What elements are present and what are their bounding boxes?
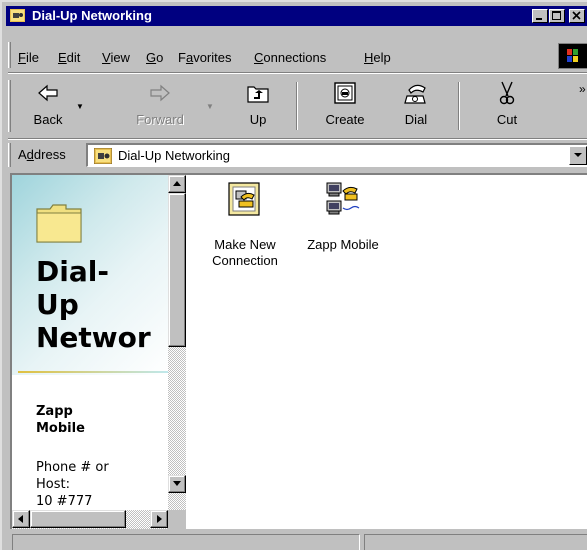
scrollbar-corner xyxy=(168,510,186,529)
arrow-right-icon xyxy=(157,515,162,523)
webview-vertical-scrollbar[interactable] xyxy=(168,175,186,510)
folder-icon xyxy=(36,204,82,243)
windows-flag-icon xyxy=(567,49,578,62)
dialup-networking-icon xyxy=(94,148,112,164)
toolbar-separator-line xyxy=(8,138,587,140)
address-label: Address xyxy=(18,147,66,162)
web-view-panel: Dial- Up Networ Zapp Mobile Phone # or H… xyxy=(12,175,168,510)
create-button[interactable]: Create xyxy=(310,76,380,134)
cut-label: Cut xyxy=(496,112,518,127)
scroll-down-button[interactable] xyxy=(168,475,186,493)
menu-file[interactable]: File xyxy=(18,50,39,65)
status-pane-zone xyxy=(364,534,587,550)
menu-bar: File Edit View Go Favorites Connections … xyxy=(6,40,587,69)
selected-item-name: Zapp Mobile xyxy=(36,404,85,436)
minimize-button[interactable] xyxy=(532,9,548,23)
create-connection-icon xyxy=(334,82,356,104)
window-title: Dial-Up Networking xyxy=(32,8,152,23)
address-bar: Address Dial-Up Networking xyxy=(6,141,587,169)
dial-button[interactable]: Dial xyxy=(388,76,444,134)
toolbar-separator xyxy=(296,82,298,130)
scroll-right-button[interactable] xyxy=(150,510,168,528)
maximize-button[interactable] xyxy=(549,9,565,23)
forward-label: Forward xyxy=(136,112,184,127)
up-button[interactable]: Up xyxy=(232,76,284,134)
up-label: Up xyxy=(249,112,267,127)
up-folder-icon xyxy=(247,86,269,103)
close-button[interactable] xyxy=(569,9,585,23)
scroll-up-button[interactable] xyxy=(168,175,186,193)
arrow-up-icon xyxy=(173,181,181,186)
scissors-icon xyxy=(499,81,515,105)
close-icon xyxy=(572,11,581,20)
explorer-window: Dial-Up Networking File Edit View Go Fav… xyxy=(0,0,587,550)
back-label: Back xyxy=(33,112,63,127)
back-dropdown-icon[interactable]: ▼ xyxy=(76,102,84,111)
toolbar-overflow-icon[interactable]: » xyxy=(579,82,586,96)
menubar-separator xyxy=(8,72,587,74)
selected-item-info: Phone # or Host: 10 #777 xyxy=(36,460,109,509)
maximize-icon xyxy=(552,11,561,20)
menu-favorites[interactable]: Favorites xyxy=(178,50,231,65)
file-label: Make New Connection xyxy=(212,237,278,268)
arrow-down-icon xyxy=(173,481,181,486)
cut-button[interactable]: Cut xyxy=(482,76,532,134)
make-new-connection-icon xyxy=(228,182,260,216)
folder-content: Dial- Up Networ Zapp Mobile Phone # or H… xyxy=(10,173,587,529)
forward-arrow-icon xyxy=(150,84,170,102)
minimize-icon xyxy=(536,18,542,20)
address-dropdown-button[interactable] xyxy=(569,146,587,165)
file-item-make-new-connection[interactable]: Make New Connection xyxy=(200,181,290,269)
webview-horizontal-scrollbar[interactable] xyxy=(12,510,168,529)
menu-connections[interactable]: Connections xyxy=(254,50,326,65)
status-pane-main xyxy=(12,534,360,550)
forward-button[interactable]: Forward ▼ xyxy=(128,76,214,134)
horizontal-scroll-thumb[interactable] xyxy=(30,510,126,528)
vertical-scroll-thumb[interactable] xyxy=(168,193,186,347)
dial-label: Dial xyxy=(404,112,428,127)
toolbar-grip[interactable] xyxy=(8,80,11,132)
title-bar[interactable]: Dial-Up Networking xyxy=(6,6,587,26)
addressbar-grip[interactable] xyxy=(8,143,11,167)
create-label: Create xyxy=(325,112,365,127)
dial-phone-icon xyxy=(404,84,426,104)
windows-logo-throbber xyxy=(558,43,587,69)
arrow-left-icon xyxy=(18,515,23,523)
back-button[interactable]: Back ▼ xyxy=(18,76,84,134)
forward-dropdown-icon[interactable]: ▼ xyxy=(206,102,214,111)
standard-toolbar: Back ▼ Forward ▼ Up Create Dial Cut » xyxy=(6,76,587,136)
file-item-zapp-mobile[interactable]: Zapp Mobile xyxy=(298,181,388,253)
menu-help[interactable]: Help xyxy=(364,50,391,65)
menu-view[interactable]: View xyxy=(102,50,130,65)
chevron-down-icon xyxy=(574,153,582,157)
dialup-networking-icon xyxy=(10,9,25,22)
file-label: Zapp Mobile xyxy=(307,237,379,252)
webview-divider xyxy=(18,371,168,373)
menu-go[interactable]: Go xyxy=(146,50,163,65)
menu-edit[interactable]: Edit xyxy=(58,50,80,65)
menubar-grip[interactable] xyxy=(8,42,11,68)
webview-title: Dial- Up Networ xyxy=(36,255,151,354)
toolbar-separator-2 xyxy=(458,82,460,130)
address-input[interactable]: Dial-Up Networking xyxy=(86,143,587,167)
scroll-left-button[interactable] xyxy=(12,510,30,528)
dialup-connection-icon xyxy=(326,182,360,215)
back-arrow-icon xyxy=(38,84,58,102)
status-bar xyxy=(6,532,587,550)
address-value: Dial-Up Networking xyxy=(118,148,230,163)
